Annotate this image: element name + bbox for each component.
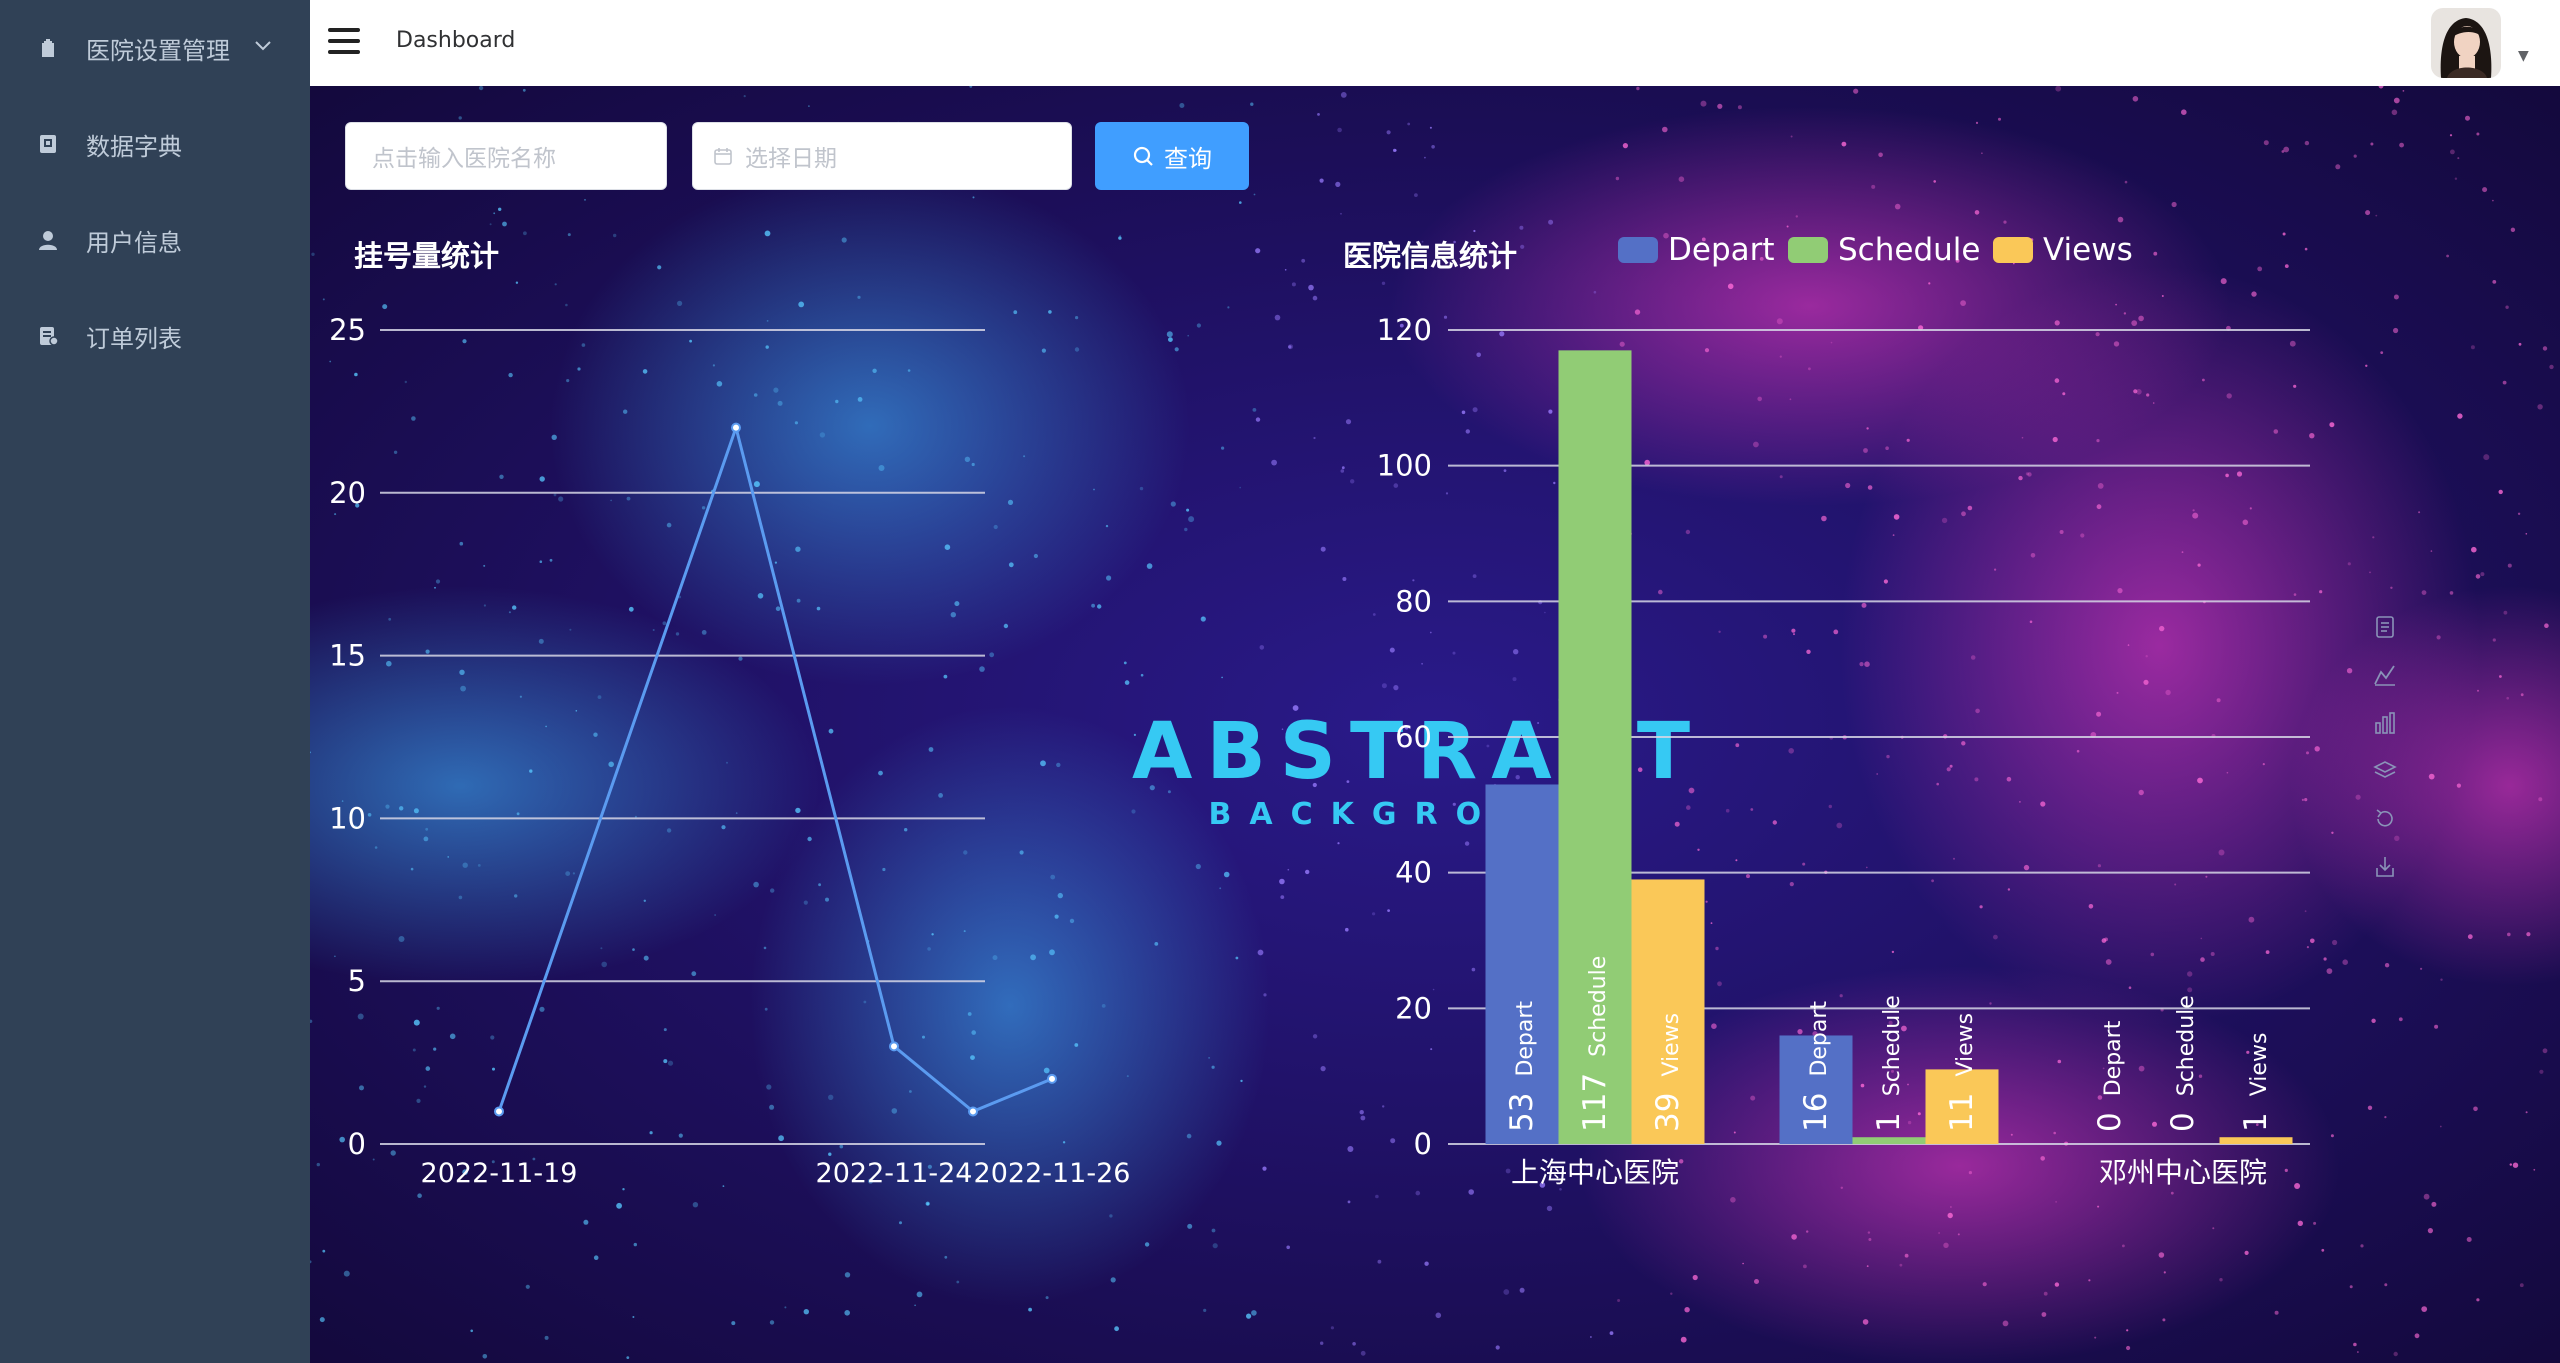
bar-data-label: 0Depart (2092, 1020, 2128, 1132)
sidebar-item-label: 订单列表 (86, 324, 182, 353)
bar-ytick-label: 0 (1414, 1127, 1432, 1161)
user-icon (36, 228, 60, 252)
bar-category-label: 上海中心医院 (1511, 1156, 1679, 1189)
hamburger-menu-icon[interactable] (328, 28, 362, 56)
sidebar-item-label: 数据字典 (86, 132, 182, 161)
stack-icon[interactable] (2372, 758, 2398, 784)
caret-down-icon[interactable]: ▼ (2518, 48, 2529, 64)
avatar[interactable] (2431, 8, 2501, 78)
save-image-icon[interactable] (2372, 854, 2398, 880)
sidebar-item-hospital-settings[interactable]: 医院设置管理 (0, 0, 310, 96)
bar-data-label: 1Views (2238, 1033, 2274, 1132)
bar-data-label: 0Schedule (2165, 995, 2201, 1132)
bar-depart (1485, 784, 1559, 1144)
chevron-down-icon (254, 36, 272, 57)
bar-ytick-label: 60 (1395, 720, 1432, 754)
sidebar-item-label: 用户信息 (86, 228, 182, 257)
main-content: ABSTRACT BACKGROUND 点击输入医院名称 选择日期 查询 挂号量… (310, 86, 2560, 1363)
bar-views (2219, 1137, 2293, 1144)
order-icon (36, 324, 60, 348)
bar-schedule (1852, 1137, 1926, 1144)
top-navbar: Dashboard ▼ (310, 0, 2560, 87)
breadcrumb[interactable]: Dashboard (396, 28, 515, 53)
sidebar-item-label: 医院设置管理 (86, 36, 230, 65)
bar-category-label: 邓州中心医院 (2099, 1156, 2267, 1189)
bar-ytick-label: 40 (1395, 856, 1432, 890)
bar-ytick-label: 100 (1377, 449, 1432, 483)
dictionary-icon (36, 132, 60, 156)
bar-ytick-label: 120 (1377, 313, 1432, 347)
bar-ytick-label: 20 (1395, 991, 1432, 1025)
line-chart-icon[interactable] (2372, 662, 2398, 688)
sidebar: 医院设置管理 数据字典 用户信息 订单列表 (0, 0, 310, 1363)
data-view-icon[interactable] (2372, 614, 2398, 640)
bar-data-label: 1Schedule (1871, 995, 1907, 1132)
hospital-bar-chart: 02040608010012053Depart117Schedule39View… (1377, 313, 2310, 1189)
sidebar-item-dictionary[interactable]: 数据字典 (0, 96, 310, 192)
bar-ytick-label: 80 (1395, 584, 1432, 618)
sidebar-item-user-info[interactable]: 用户信息 (0, 192, 310, 288)
bar-chart-icon[interactable] (2372, 710, 2398, 736)
restore-icon[interactable] (2372, 806, 2398, 832)
sidebar-item-orders[interactable]: 订单列表 (0, 288, 310, 384)
hospital-icon (36, 36, 60, 60)
